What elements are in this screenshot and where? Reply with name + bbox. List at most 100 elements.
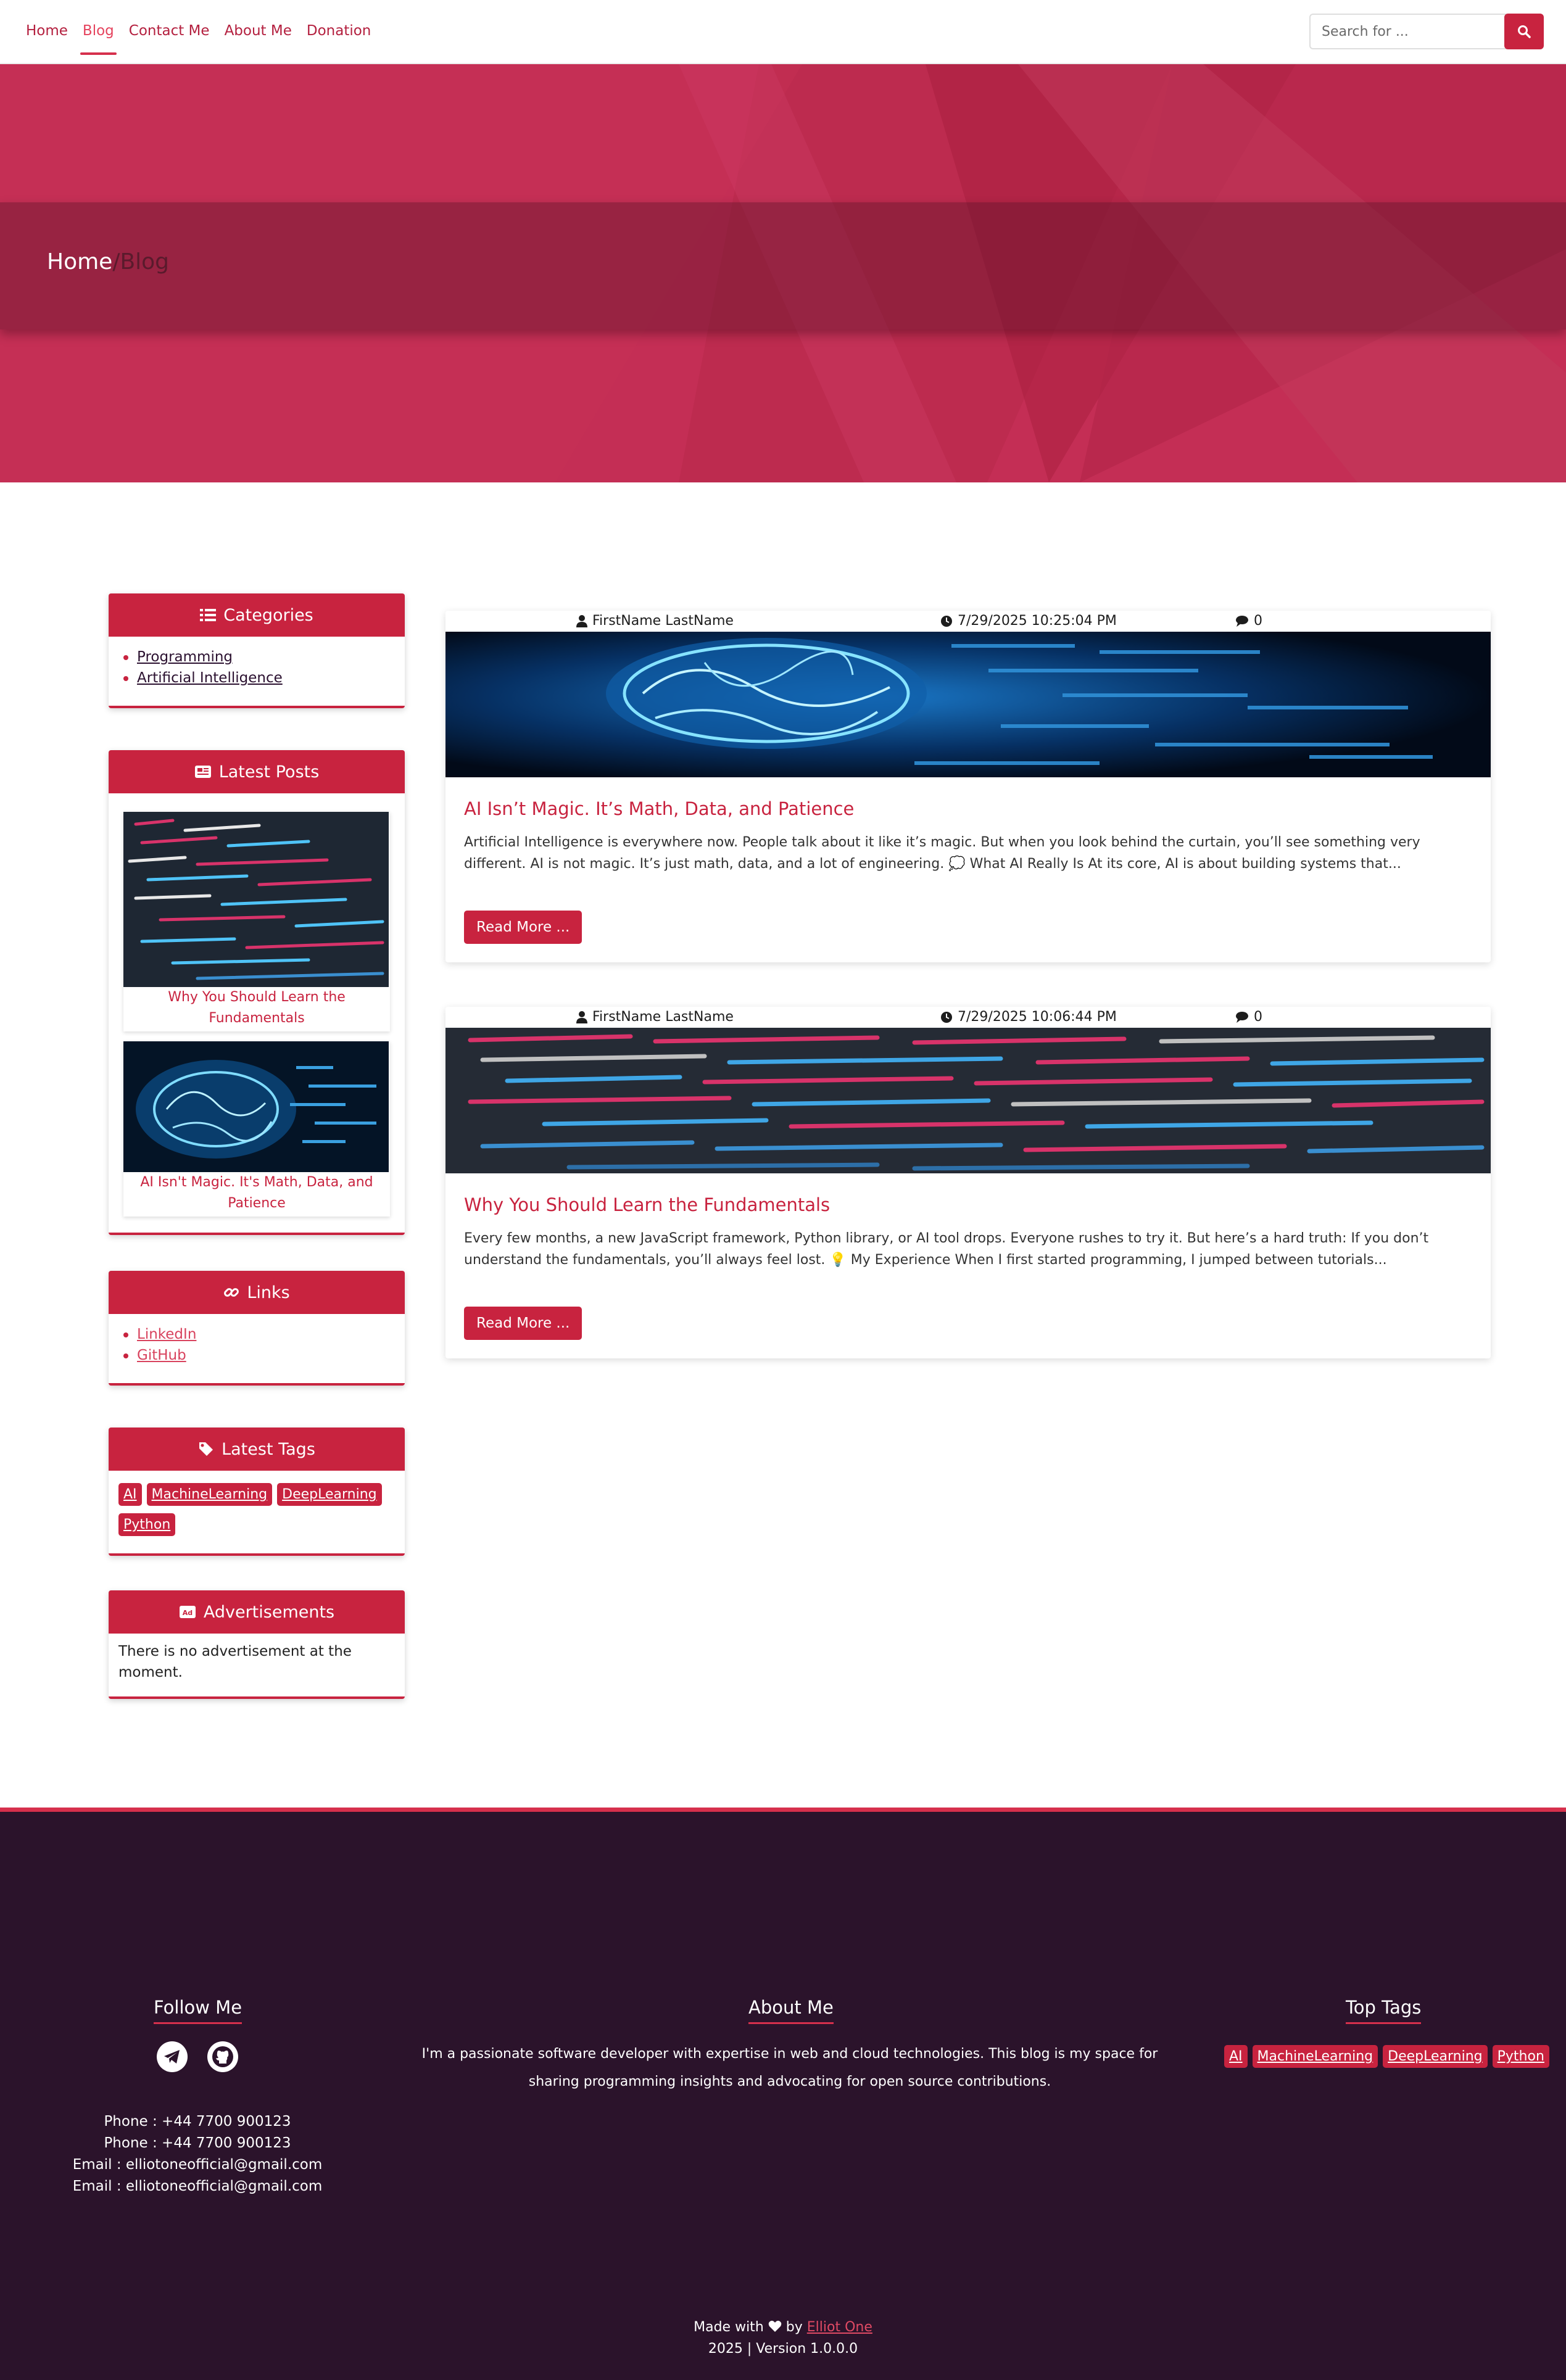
about-me-title: About Me <box>748 1997 834 2024</box>
heart-icon <box>768 2320 782 2332</box>
post-image-code <box>445 1028 1491 1173</box>
footer-tag-machinelearning[interactable]: MachineLearning <box>1252 2045 1378 2068</box>
nav-about-link[interactable]: About Me <box>225 18 292 44</box>
links-list: LinkedIn GitHub <box>109 1314 405 1383</box>
top-tags-list: AI MachineLearning DeepLearning Python <box>1224 2045 1554 2075</box>
post-image[interactable] <box>445 632 1491 777</box>
link-icon <box>224 1288 239 1297</box>
search-button[interactable] <box>1504 14 1544 49</box>
nav-blog-link[interactable]: Blog <box>80 18 117 55</box>
comment-icon <box>1236 615 1248 627</box>
comment-icon <box>1236 1011 1248 1023</box>
post-meta: FirstName LastName 7/29/2025 10:25:04 PM… <box>445 611 1491 632</box>
links-title: Links <box>247 1283 290 1302</box>
category-link-ai[interactable]: Artificial Intelligence <box>137 670 283 686</box>
version-text: 2025 | Version 1.0.0.0 <box>708 2341 858 2357</box>
post-image-brain <box>445 632 1491 777</box>
breadcrumb-separator: / <box>112 249 120 275</box>
latest-posts-title: Latest Posts <box>218 762 320 782</box>
latest-post-thumbnail-code <box>123 812 389 987</box>
ad-icon: Ad <box>179 1606 196 1618</box>
nav-home-link[interactable]: Home <box>26 18 68 44</box>
post-comments: 0 <box>1235 613 1262 629</box>
latest-post-title[interactable]: AI Isn't Magic. It's Math, Data, and Pat… <box>123 1172 390 1217</box>
advertisements-widget: Ad Advertisements There is no advertisem… <box>109 1590 405 1699</box>
phone-line: Phone : +44 7700 900123 <box>104 2113 291 2130</box>
latest-tags-header: Latest Tags <box>109 1428 405 1471</box>
email-line: Email : elliotoneofficial@gmail.com <box>72 2178 323 2194</box>
tag-deeplearning[interactable]: DeepLearning <box>277 1483 382 1506</box>
search-input[interactable] <box>1309 14 1507 49</box>
post-comment-count: 0 <box>1254 1009 1262 1025</box>
categories-title: Categories <box>223 605 313 625</box>
categories-header: Categories <box>109 593 405 637</box>
top-navbar: Home Blog Contact Me About Me Donation <box>0 0 1566 64</box>
phone-line: Phone : +44 7700 900123 <box>104 2135 291 2151</box>
post-author: FirstName LastName <box>576 1009 734 1025</box>
tags-icon <box>199 1442 213 1456</box>
svg-text:Ad: Ad <box>183 1609 193 1617</box>
category-link-programming[interactable]: Programming <box>137 649 233 665</box>
by-text: by <box>785 2320 803 2335</box>
github-button[interactable] <box>207 2041 238 2072</box>
tag-python[interactable]: Python <box>118 1513 176 1536</box>
contact-info: Phone : +44 7700 900123 Phone : +44 7700… <box>0 2111 395 2197</box>
post-date-text: 7/29/2025 10:06:44 PM <box>958 1009 1117 1025</box>
tag-ai[interactable]: AI <box>118 1483 142 1506</box>
latest-tags-list: AI MachineLearning DeepLearning Python <box>109 1471 405 1553</box>
post-author-name: FirstName LastName <box>592 613 734 629</box>
newspaper-icon <box>194 766 211 778</box>
latest-post-thumbnail-brain <box>123 1041 389 1172</box>
nav-contact-link[interactable]: Contact Me <box>129 18 210 44</box>
post-date: 7/29/2025 10:06:44 PM <box>940 1009 1117 1025</box>
footer-tag-deeplearning[interactable]: DeepLearning <box>1383 2045 1488 2068</box>
hero-banner: Home/Blog <box>0 64 1566 482</box>
latest-post-card[interactable]: Why You Should Learn the Fundamentals <box>123 812 390 1031</box>
post-image[interactable] <box>445 1028 1491 1173</box>
post-excerpt: Every few months, a new JavaScript frame… <box>464 1231 1429 1268</box>
nav-donation-link[interactable]: Donation <box>307 18 371 44</box>
post-meta: FirstName LastName 7/29/2025 10:06:44 PM… <box>445 1007 1491 1028</box>
post-date-text: 7/29/2025 10:25:04 PM <box>958 613 1117 629</box>
breadcrumb-current: Blog <box>120 249 170 275</box>
post-author: FirstName LastName <box>576 613 734 629</box>
footer-credits: Made with by Elliot One 2025 | Version 1… <box>0 2316 1566 2360</box>
post-title[interactable]: AI Isn’t Magic. It’s Math, Data, and Pat… <box>445 777 1491 819</box>
author-link[interactable]: Elliot One <box>807 2320 872 2335</box>
telegram-button[interactable] <box>157 2041 188 2072</box>
latest-posts-widget: Latest Posts Why You Should Learn the Fu… <box>109 750 405 1235</box>
latest-post-title[interactable]: Why You Should Learn the Fundamentals <box>123 987 390 1031</box>
post-card: FirstName LastName 7/29/2025 10:06:44 PM… <box>445 1007 1491 1358</box>
category-item: Programming <box>123 647 405 667</box>
about-me-text: I'm a passionate software developer with… <box>421 2046 1158 2089</box>
site-footer: Follow Me Phone : +44 7700 900123 Phone … <box>0 1808 1566 2380</box>
read-more-button[interactable]: Read More ... <box>464 1307 582 1340</box>
latest-post-card[interactable]: AI Isn't Magic. It's Math, Data, and Pat… <box>123 1041 390 1217</box>
github-link[interactable]: GitHub <box>137 1347 186 1363</box>
email-line: Email : elliotoneofficial@gmail.com <box>72 2157 323 2173</box>
github-icon <box>212 2046 233 2067</box>
read-more-button[interactable]: Read More ... <box>464 911 582 944</box>
user-icon <box>576 614 587 627</box>
list-icon <box>200 609 217 621</box>
search-icon <box>1518 25 1531 38</box>
links-widget: Links LinkedIn GitHub <box>109 1271 405 1386</box>
nav-links: Home Blog Contact Me About Me Donation <box>26 0 386 62</box>
categories-widget: Categories Programming Artificial Intell… <box>109 593 405 708</box>
footer-tag-ai[interactable]: AI <box>1224 2045 1248 2068</box>
top-tags-title: Top Tags <box>1346 1997 1422 2024</box>
footer-tag-python[interactable]: Python <box>1492 2045 1549 2068</box>
latest-tags-widget: Latest Tags AI MachineLearning DeepLearn… <box>109 1428 405 1556</box>
linkedin-link[interactable]: LinkedIn <box>137 1326 196 1342</box>
post-card: FirstName LastName 7/29/2025 10:25:04 PM… <box>445 611 1491 962</box>
advertisements-title: Advertisements <box>203 1602 335 1622</box>
advertisement-text: There is no advertisement at the moment. <box>118 1643 352 1680</box>
telegram-icon <box>164 2050 180 2064</box>
breadcrumb: Home/Blog <box>47 249 169 275</box>
breadcrumb-home-link[interactable]: Home <box>47 249 112 275</box>
link-item: LinkedIn <box>123 1324 405 1345</box>
post-title[interactable]: Why You Should Learn the Fundamentals <box>445 1173 1491 1215</box>
post-date: 7/29/2025 10:25:04 PM <box>940 613 1117 629</box>
tag-machinelearning[interactable]: MachineLearning <box>146 1483 273 1506</box>
categories-list: Programming Artificial Intelligence <box>109 637 405 706</box>
